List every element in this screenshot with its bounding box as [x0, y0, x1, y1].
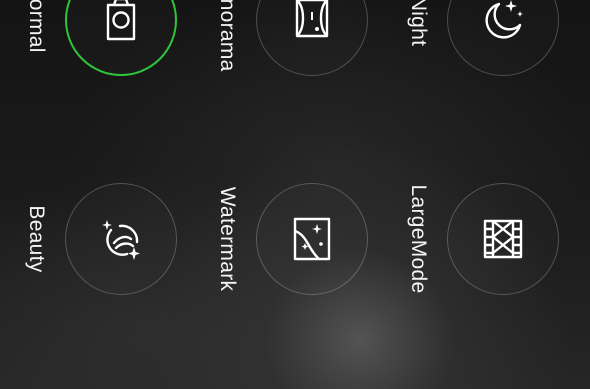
mode-watermark-button[interactable] [256, 183, 368, 295]
mode-largemode-button[interactable] [447, 183, 559, 295]
mode-beauty-label: Beauty [25, 205, 48, 273]
mode-panorama-label: Panorama [216, 0, 239, 72]
camera-icon [106, 0, 136, 41]
moon-stars-icon [485, 0, 523, 39]
sparkle-ring-icon [102, 220, 140, 260]
mode-largemode-label: LargeMode [407, 184, 430, 294]
hourglass-icon [295, 0, 329, 38]
mode-normal-label: Normal [25, 0, 48, 53]
film-strip-icon [483, 219, 523, 259]
mode-watermark-label: Watermark [216, 186, 239, 292]
mode-night-label: Night [407, 0, 430, 47]
picture-sparkle-icon [293, 217, 331, 261]
mode-beauty-button[interactable] [65, 183, 177, 295]
